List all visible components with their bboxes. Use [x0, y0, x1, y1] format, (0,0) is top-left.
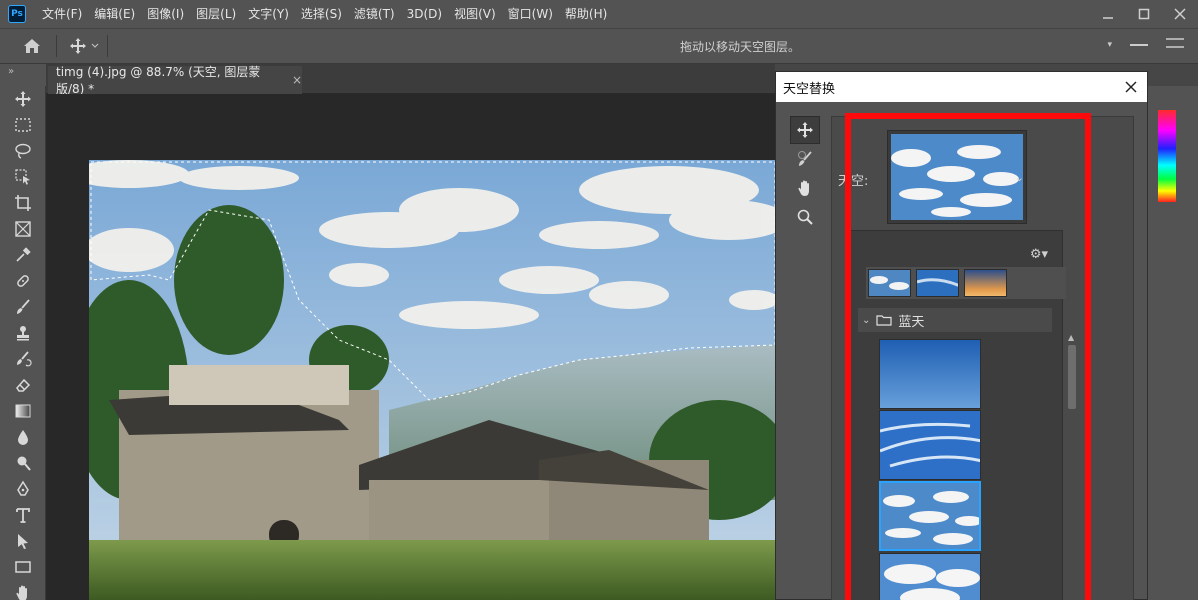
sky-library-panel: ⚙▾ ⌄ 蓝天 ▲: [845, 230, 1078, 600]
tool-hint: 拖动以移动天空图层。: [680, 40, 801, 54]
move-tool-preset[interactable]: [69, 37, 99, 55]
menu-type[interactable]: 文字(Y): [242, 0, 295, 28]
chevron-down-icon: [91, 43, 99, 48]
move-tool-icon[interactable]: [0, 86, 46, 112]
toolbar: [0, 86, 46, 600]
close-icon[interactable]: [1162, 0, 1198, 28]
selected-sky-thumbnail: [891, 134, 1023, 220]
marquee-tool-icon[interactable]: [0, 112, 46, 138]
pen-tool-icon[interactable]: [0, 476, 46, 502]
close-icon[interactable]: [1122, 78, 1140, 96]
workspace-menu-icon[interactable]: [1166, 37, 1184, 52]
scrollbar[interactable]: ▲: [1066, 331, 1078, 600]
recent-sky-thumbnail[interactable]: [916, 269, 959, 297]
options-bar: 拖动以移动天空图层。 ▾: [0, 28, 1198, 64]
history-brush-tool-icon[interactable]: [0, 346, 46, 372]
photoshop-logo: Ps: [8, 5, 26, 23]
sky-thumbnail[interactable]: [879, 410, 981, 480]
document-tab-label: timg (4).jpg @ 88.7% (天空, 图层蒙版/8) *: [56, 65, 261, 96]
menu-3d[interactable]: 3D(D): [401, 0, 448, 28]
sky-preset-dropdown[interactable]: ⌄: [887, 130, 1027, 224]
gradient-tool-icon[interactable]: [0, 398, 46, 424]
lasso-tool-icon[interactable]: [0, 138, 46, 164]
eyedropper-tool-icon[interactable]: [0, 242, 46, 268]
type-tool-icon[interactable]: [0, 502, 46, 528]
object-select-tool-icon[interactable]: [0, 164, 46, 190]
recent-sky-thumbnail[interactable]: [964, 269, 1007, 297]
sky-group-label: 蓝天: [898, 314, 925, 330]
document-tab[interactable]: timg (4).jpg @ 88.7% (天空, 图层蒙版/8) * ×: [48, 65, 302, 96]
scroll-up-icon[interactable]: ▲: [1068, 333, 1074, 342]
dialog-toolbar: [790, 116, 820, 232]
sky-thumbnail-list: ▲: [866, 331, 1078, 600]
gear-icon[interactable]: ⚙▾: [1030, 247, 1048, 262]
dialog-titlebar: 天空替换: [776, 72, 1147, 102]
rectangle-tool-icon[interactable]: [0, 554, 46, 580]
menu-bar: Ps 文件(F) 编辑(E) 图像(I) 图层(L) 文字(Y) 选择(S) 滤…: [0, 0, 1198, 28]
dialog-title: 天空替换: [783, 81, 836, 97]
sky-thumbnail[interactable]: [879, 339, 981, 409]
chevron-down-icon: ⌄: [1014, 171, 1024, 184]
sky-replacement-dialog: 天空替换 天空: ⌄ ⚙▾ ⌄ 蓝天 ▲: [775, 71, 1148, 600]
sky-label: 天空:: [838, 174, 869, 189]
folder-icon: [876, 315, 892, 326]
color-spectrum[interactable]: [1158, 110, 1176, 202]
brush-tool-icon[interactable]: [0, 294, 46, 320]
toolbar-header: [0, 64, 46, 86]
hand-tool-icon[interactable]: [0, 580, 46, 600]
divider: [107, 35, 108, 57]
menu-select[interactable]: 选择(S): [295, 0, 348, 28]
sky-group-blue[interactable]: ⌄ 蓝天: [858, 308, 1052, 332]
menu-view[interactable]: 视图(V): [448, 0, 502, 28]
minimize-icon[interactable]: [1090, 0, 1126, 28]
hand-icon[interactable]: [790, 174, 820, 202]
path-select-tool-icon[interactable]: [0, 528, 46, 554]
chevron-down-icon: ⌄: [862, 314, 871, 326]
healing-brush-tool-icon[interactable]: [0, 268, 46, 294]
recent-skies: [866, 267, 1066, 299]
menu-image[interactable]: 图像(I): [141, 0, 190, 28]
clone-stamp-tool-icon[interactable]: [0, 320, 46, 346]
menu-help[interactable]: 帮助(H): [559, 0, 613, 28]
expand-panel-icon[interactable]: »: [8, 66, 14, 77]
menu-layer[interactable]: 图层(L): [190, 0, 242, 28]
crop-tool-icon[interactable]: [0, 190, 46, 216]
canvas-area[interactable]: [46, 94, 775, 600]
dodge-tool-icon[interactable]: [0, 450, 46, 476]
menu-file[interactable]: 文件(F): [36, 0, 88, 28]
frame-tool-icon[interactable]: [0, 216, 46, 242]
eraser-tool-icon[interactable]: [0, 372, 46, 398]
document-tab-bar: timg (4).jpg @ 88.7% (天空, 图层蒙版/8) * ×: [46, 64, 775, 96]
zoom-icon[interactable]: [790, 203, 820, 231]
sky-brush-icon[interactable]: [790, 145, 820, 173]
sky-thumbnail[interactable]: [879, 553, 981, 600]
recent-sky-thumbnail[interactable]: [868, 269, 911, 297]
maximize-icon[interactable]: [1126, 0, 1162, 28]
sky-thumbnail-selected[interactable]: [879, 481, 981, 551]
menu-window[interactable]: 窗口(W): [502, 0, 559, 28]
move-icon: [70, 38, 86, 54]
divider: [56, 35, 57, 57]
scrollbar-thumb[interactable]: [1068, 345, 1076, 409]
document-image[interactable]: [89, 160, 775, 600]
close-tab-icon[interactable]: ×: [292, 73, 302, 87]
menu-filter[interactable]: 滤镜(T): [348, 0, 401, 28]
blur-tool-icon[interactable]: [0, 424, 46, 450]
home-icon[interactable]: [16, 32, 48, 60]
chevron-down-icon[interactable]: ▾: [1107, 40, 1112, 50]
move-icon[interactable]: [790, 116, 820, 144]
workspace-line-icon[interactable]: [1130, 43, 1148, 46]
menu-edit[interactable]: 编辑(E): [88, 0, 141, 28]
